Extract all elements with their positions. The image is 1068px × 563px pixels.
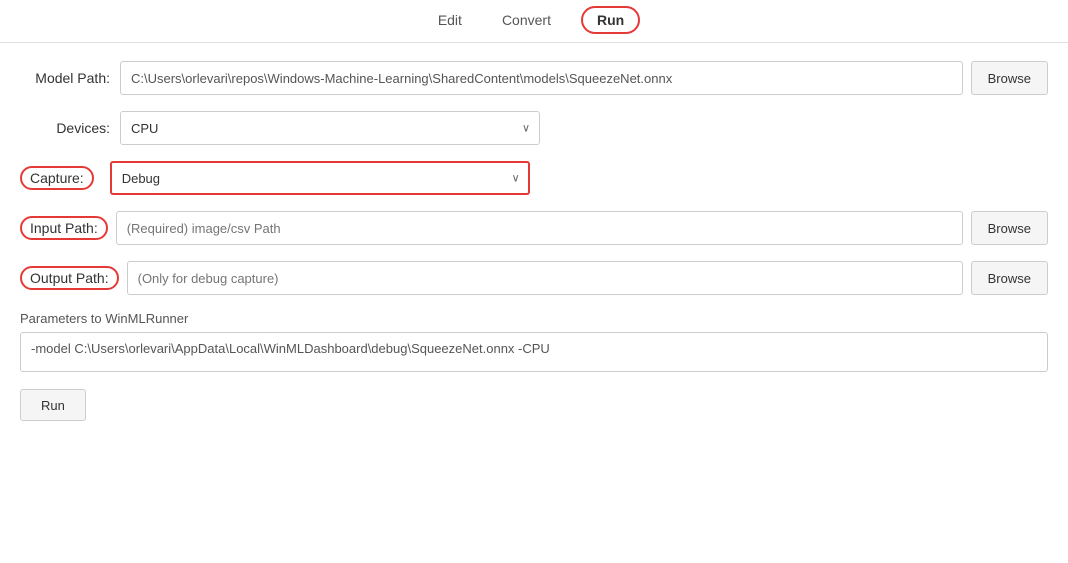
output-path-browse-button[interactable]: Browse — [971, 261, 1048, 295]
parameters-section: Parameters to WinMLRunner — [20, 311, 1048, 375]
devices-select-wrapper: CPU GPU DirectML ∨ — [120, 111, 540, 145]
parameters-textarea[interactable] — [20, 332, 1048, 372]
devices-select[interactable]: CPU GPU DirectML — [120, 111, 540, 145]
capture-select[interactable]: Debug Release None — [110, 161, 530, 195]
nav-run[interactable]: Run — [581, 6, 640, 34]
parameters-section-label: Parameters to WinMLRunner — [20, 311, 1048, 326]
capture-select-wrapper: Debug Release None ∨ — [110, 161, 530, 195]
input-path-browse-button[interactable]: Browse — [971, 211, 1048, 245]
output-path-input[interactable] — [127, 261, 963, 295]
capture-row: Capture: Debug Release None ∨ — [20, 161, 1048, 195]
output-path-row: Output Path: Browse — [20, 261, 1048, 295]
input-path-label: Input Path: — [20, 216, 108, 240]
nav-convert[interactable]: Convert — [492, 8, 561, 32]
model-path-row: Model Path: Browse — [20, 61, 1048, 95]
devices-row: Devices: CPU GPU DirectML ∨ — [20, 111, 1048, 145]
model-path-browse-button[interactable]: Browse — [971, 61, 1048, 95]
input-path-row: Input Path: Browse — [20, 211, 1048, 245]
top-navigation: Edit Convert Run — [0, 0, 1068, 43]
model-path-input[interactable] — [120, 61, 963, 95]
nav-edit[interactable]: Edit — [428, 8, 472, 32]
model-path-label: Model Path: — [20, 70, 120, 86]
capture-label: Capture: — [20, 166, 94, 190]
devices-label: Devices: — [20, 120, 120, 136]
main-content: Model Path: Browse Devices: CPU GPU Dire… — [0, 43, 1068, 441]
input-path-input[interactable] — [116, 211, 963, 245]
run-button[interactable]: Run — [20, 389, 86, 421]
output-path-label: Output Path: — [20, 266, 119, 290]
